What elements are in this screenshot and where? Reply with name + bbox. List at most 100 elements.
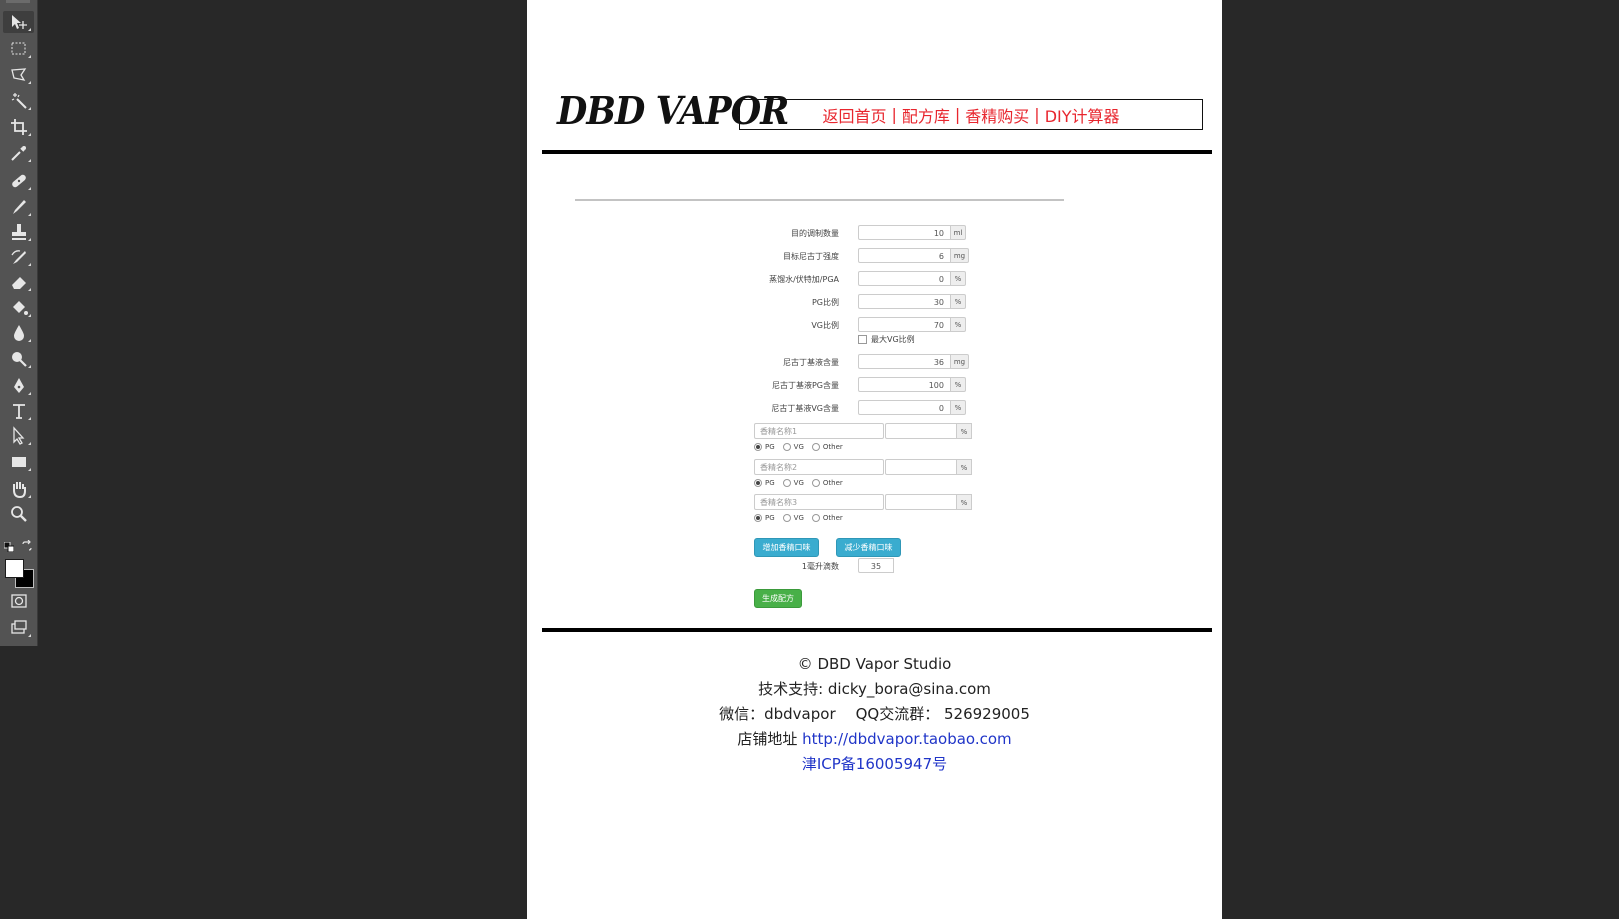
max-vg-label: 最大VG比例 — [871, 335, 915, 344]
nic-base-pg-input[interactable]: 100 — [858, 377, 951, 392]
brush-icon — [12, 200, 26, 214]
vg-ratio-input[interactable]: 70 — [858, 317, 951, 332]
wechat-text: 微信：dbdvapor — [719, 705, 836, 723]
foreground-color-swatch[interactable] — [5, 559, 24, 578]
max-vg-option[interactable]: 最大VG比例 — [858, 334, 915, 345]
nic-base-strength-input[interactable]: 36 — [858, 354, 951, 369]
flavor-2-percent-input[interactable] — [885, 459, 957, 475]
healing-tool[interactable] — [3, 170, 34, 192]
target-nicotine-input[interactable]: 6 — [858, 248, 951, 263]
field-label: 尼古丁基液PG含量 — [771, 381, 839, 390]
crop-icon — [10, 119, 27, 135]
move-tool[interactable] — [3, 11, 34, 33]
flavor-2-other-radio[interactable] — [811, 479, 820, 487]
path-selection-icon — [12, 426, 24, 445]
main-nav: 返回首页 | 配方库 | 香精购买 | DIY计算器 — [739, 99, 1203, 130]
radio-label: VG — [793, 443, 804, 451]
field-label: VG比例 — [811, 321, 839, 330]
add-flavor-button[interactable]: 增加香精口味 — [754, 538, 819, 557]
nav-calculator-link[interactable]: DIY计算器 — [1045, 103, 1120, 127]
shop-label: 店铺地址 — [737, 730, 798, 748]
marquee-tool[interactable] — [3, 38, 34, 60]
flavor-3-percent-input[interactable] — [885, 494, 957, 510]
swap-colors-icon[interactable] — [21, 540, 33, 552]
field-label: 蒸馏水/伏特加/PGA — [769, 275, 839, 284]
dodge-tool[interactable] — [3, 348, 34, 370]
unit-addon: % — [951, 400, 966, 415]
water-vodka-pga-input[interactable]: 0 — [858, 271, 951, 286]
flavor-3-name-input[interactable]: 香精名称3 — [754, 494, 884, 510]
flavor-1-percent-input[interactable] — [885, 423, 957, 439]
unit-addon: mg — [951, 248, 969, 263]
flavor-2-pg-radio[interactable] — [754, 479, 762, 487]
lasso-tool[interactable] — [3, 64, 34, 86]
flavor-2-name-input[interactable]: 香精名称2 — [754, 459, 884, 475]
flavor-1-vg-radio[interactable] — [782, 443, 791, 451]
zoom-icon — [10, 506, 27, 522]
screen-mode-button[interactable] — [3, 617, 34, 639]
brush-tool[interactable] — [3, 196, 34, 218]
field-label: 尼古丁基液含量 — [783, 358, 839, 367]
magic-wand-tool[interactable] — [3, 90, 34, 112]
eyedropper-tool[interactable] — [3, 142, 34, 164]
drops-per-ml-input[interactable]: 35 — [858, 558, 894, 573]
blur-tool[interactable] — [3, 322, 34, 344]
shop-link[interactable]: http://dbdvapor.taobao.com — [802, 730, 1012, 748]
pg-ratio-input[interactable]: 30 — [858, 294, 951, 309]
site-footer: © DBD Vapor Studio 技术支持: dicky_bora@sina… — [527, 652, 1222, 777]
tools-panel — [0, 0, 38, 646]
max-vg-checkbox[interactable] — [858, 335, 867, 344]
target-volume-input[interactable]: 10 — [858, 225, 951, 240]
healing-brush-icon — [11, 174, 26, 188]
stamp-tool[interactable] — [3, 221, 34, 243]
nic-base-vg-input[interactable]: 0 — [858, 400, 951, 415]
type-tool[interactable] — [3, 400, 34, 422]
flavor-1-pg-radio[interactable] — [754, 443, 762, 451]
panel-grip[interactable] — [6, 0, 30, 3]
unit-addon: % — [957, 494, 972, 510]
rectangle-shape-icon — [11, 457, 26, 467]
pen-tool[interactable] — [3, 375, 34, 397]
flavor-3-other-radio[interactable] — [811, 514, 820, 522]
nav-separator: | — [891, 105, 897, 124]
unit-addon: % — [951, 377, 966, 392]
flavor-3-pg-radio[interactable] — [754, 514, 762, 522]
nav-buy-flavors-link[interactable]: 香精购买 — [965, 103, 1029, 127]
default-colors-icon[interactable] — [4, 542, 14, 552]
nav-home-link[interactable]: 返回首页 — [822, 103, 886, 127]
flavor-2-vg-radio[interactable] — [782, 479, 791, 487]
field-label: 1毫升滴数 — [801, 562, 839, 571]
field-label: 尼古丁基液VG含量 — [771, 404, 839, 413]
quick-mask-icon — [10, 594, 27, 608]
history-brush-tool[interactable] — [3, 246, 34, 268]
zoom-tool[interactable] — [3, 503, 34, 525]
quick-mask-button[interactable] — [3, 590, 34, 612]
flavor-2-base-options: PG VG Other — [754, 479, 851, 487]
qq-group-text: QQ交流群： 526929005 — [855, 705, 1030, 723]
remove-flavor-button[interactable]: 减少香精口味 — [836, 538, 901, 557]
paint-bucket-icon — [12, 301, 28, 315]
unit-addon: % — [957, 423, 972, 439]
hand-tool[interactable] — [3, 478, 34, 500]
polygonal-lasso-icon — [10, 68, 26, 81]
crop-tool[interactable] — [3, 116, 34, 138]
nav-recipes-link[interactable]: 配方库 — [902, 103, 950, 127]
flavor-1-name-input[interactable]: 香精名称1 — [754, 423, 884, 439]
flavor-3-vg-radio[interactable] — [782, 514, 791, 522]
generate-recipe-button[interactable]: 生成配方 — [754, 589, 802, 608]
shape-tool[interactable] — [3, 451, 34, 473]
eraser-tool[interactable] — [3, 271, 34, 293]
path-selection-tool[interactable] — [3, 425, 34, 447]
eyedropper-icon — [10, 146, 26, 161]
field-label: 目标尼古丁强度 — [783, 252, 839, 261]
move-icon — [11, 15, 27, 29]
paint-bucket-tool[interactable] — [3, 297, 34, 319]
nav-separator: | — [1034, 105, 1040, 124]
flavor-1-other-radio[interactable] — [811, 443, 820, 451]
clone-stamp-icon — [11, 224, 26, 240]
icp-link[interactable]: 津ICP备16005947号 — [802, 755, 947, 773]
eraser-icon — [11, 277, 26, 289]
type-icon — [12, 404, 25, 419]
content-divider — [575, 199, 1064, 201]
radio-label: Other — [822, 479, 843, 487]
